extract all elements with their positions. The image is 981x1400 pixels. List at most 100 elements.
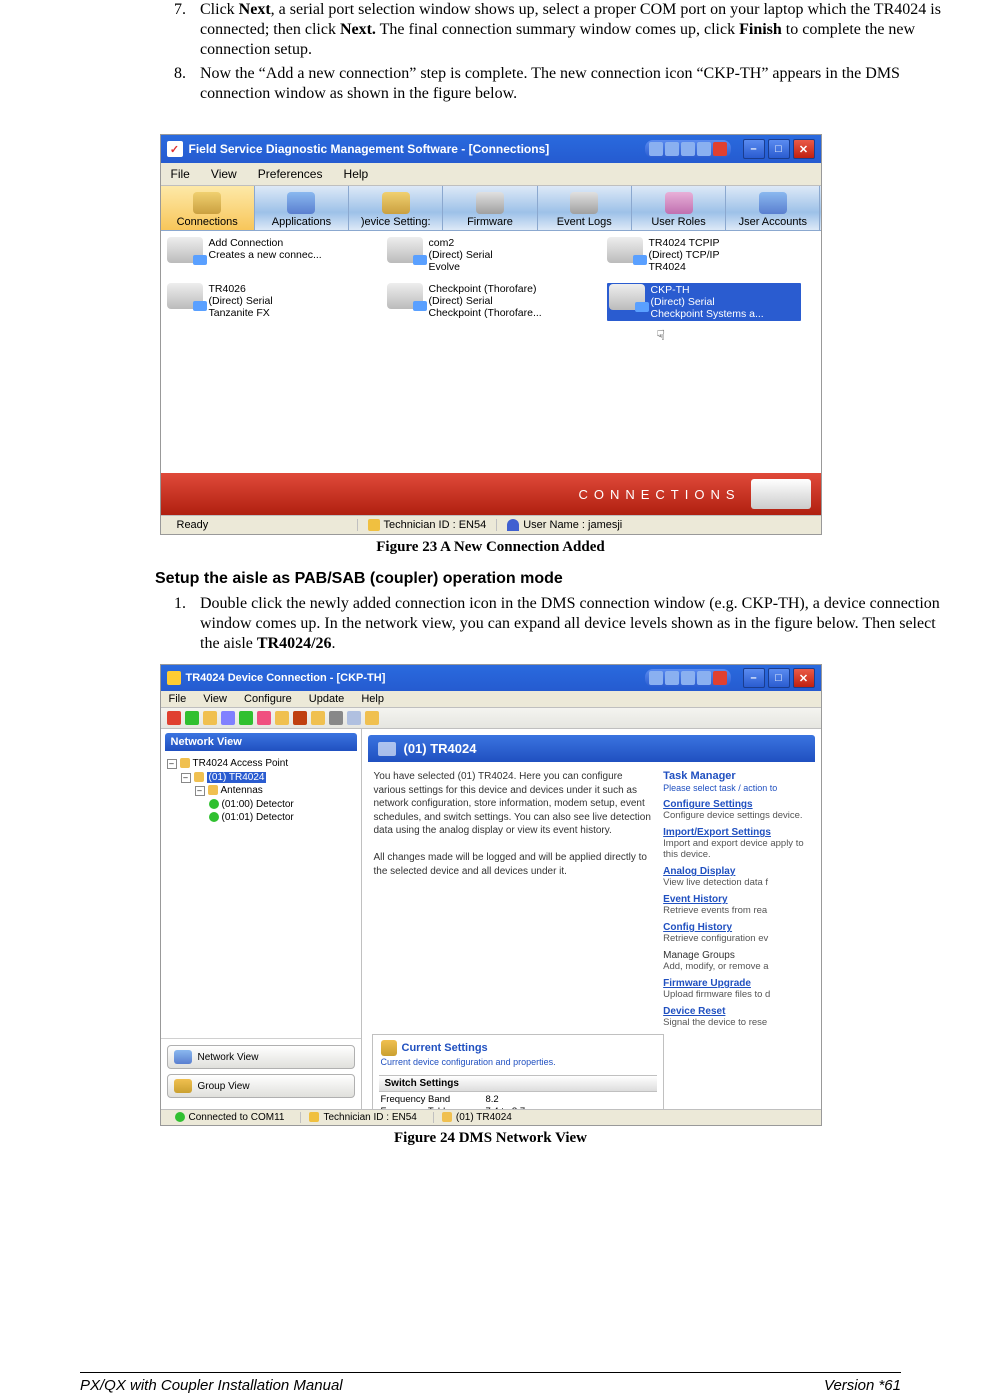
task-link[interactable]: Import/Export Settings	[663, 827, 771, 838]
connections-list-area: Add ConnectionCreates a new connec... com…	[161, 231, 821, 473]
task-link[interactable]: Analog Display	[663, 866, 735, 877]
maximize-button[interactable]: □	[768, 139, 790, 159]
status-ready: Ready	[167, 519, 357, 531]
device-header: (01) TR4024	[368, 735, 815, 762]
left-panel: Network View –TR4024 Access Point –(01) …	[161, 729, 362, 1109]
titlebar: ✓ Field Service Diagnostic Management So…	[161, 135, 821, 163]
minimize-button[interactable]: –	[743, 139, 765, 159]
app-icon	[167, 671, 181, 685]
settings-table: Frequency Band8.2Frequency Table7.4 to 8…	[373, 1094, 663, 1109]
toolbar-icon[interactable]	[311, 711, 325, 725]
footer-right: Version *61	[824, 1377, 901, 1394]
footer-banner: CONNECTIONS	[161, 473, 821, 515]
connection-item[interactable]: Add ConnectionCreates a new connec...	[167, 237, 357, 273]
device-tree[interactable]: –TR4024 Access Point –(01) TR4024 –Anten…	[161, 755, 361, 1038]
screenshot-connections-window: ✓ Field Service Diagnostic Management So…	[160, 134, 822, 535]
menu-help[interactable]: Help	[344, 167, 369, 181]
task-link[interactable]: Configure Settings	[663, 799, 752, 810]
connection-item[interactable]: Checkpoint (Thorofare)(Direct) SerialChe…	[387, 283, 577, 321]
window-title: Field Service Diagnostic Management Soft…	[189, 142, 550, 156]
banner-text: CONNECTIONS	[578, 487, 740, 502]
status-tech: Technician ID : EN54	[357, 519, 497, 531]
status-bar: Ready Technician ID : EN54 User Name : j…	[161, 515, 821, 534]
task-link[interactable]: Event History	[663, 894, 727, 905]
toolbar-icon[interactable]	[293, 711, 307, 725]
device-icon	[378, 742, 396, 756]
group-view-button[interactable]: Group View	[167, 1074, 355, 1098]
toolbar-icon[interactable]	[239, 711, 253, 725]
toolbar-jser-accounts[interactable]: Jser Accounts	[726, 186, 820, 230]
settings-icon	[381, 1040, 397, 1056]
section-heading: Setup the aisle as PAB/SAB (coupler) ope…	[155, 570, 941, 588]
status-bar: Connected to COM11 Technician ID : EN54 …	[161, 1109, 821, 1125]
menu-file[interactable]: File	[171, 167, 190, 181]
step-list-first: Click Next, a serial port selection wind…	[190, 0, 941, 104]
task-link[interactable]: Config History	[663, 922, 732, 933]
network-view-button[interactable]: Network View	[167, 1045, 355, 1069]
close-button[interactable]: ✕	[793, 139, 815, 159]
menu-update[interactable]: Update	[309, 693, 344, 705]
status-user: User Name : jamesji	[496, 519, 632, 531]
connection-item[interactable]: CKP-TH(Direct) SerialCheckpoint Systems …	[607, 283, 801, 321]
step-8: Now the “Add a new connection” step is c…	[190, 64, 941, 104]
task-label: Manage Groups	[663, 950, 735, 961]
maximize-button[interactable]: □	[768, 668, 790, 688]
connection-item[interactable]: com2(Direct) SerialEvolve	[387, 237, 577, 273]
toolbar-firmware[interactable]: Firmware	[443, 186, 537, 230]
menu-file[interactable]: File	[169, 693, 187, 705]
right-panel: (01) TR4024 You have selected (01) TR402…	[362, 729, 821, 1109]
menubar: File View Configure Update Help	[161, 691, 821, 708]
menubar: File View Preferences Help	[161, 163, 821, 186]
device-description: You have selected (01) TR4024. Here you …	[362, 762, 664, 1034]
menu-help[interactable]: Help	[361, 693, 384, 705]
menu-configure[interactable]: Configure	[244, 693, 292, 705]
toolbar-connections[interactable]: Connections	[161, 186, 255, 230]
window-title: TR4024 Device Connection - [CKP-TH]	[186, 672, 386, 684]
figure-24-caption: Figure 24 DMS Network View	[40, 1130, 941, 1147]
toolbar: ConnectionsApplications)evice Setting:Fi…	[161, 186, 821, 231]
toolbar-event-logs[interactable]: Event Logs	[538, 186, 632, 230]
connection-item[interactable]: TR4024 TCPIP(Direct) TCP/IPTR4024	[607, 237, 797, 273]
toolbar-icon[interactable]	[185, 711, 199, 725]
task-link[interactable]: Device Reset	[663, 1006, 725, 1017]
step-1: Double click the newly added connection …	[190, 594, 941, 654]
current-settings-panel: Current Settings Current device configur…	[372, 1034, 664, 1109]
toolbar-icon[interactable]	[221, 711, 235, 725]
screenshot-device-connection-window: TR4024 Device Connection - [CKP-TH] – □ …	[160, 664, 822, 1126]
footer-left: PX/QX with Coupler Installation Manual	[80, 1377, 343, 1394]
menu-view[interactable]: View	[211, 167, 237, 181]
switch-settings-header: Switch Settings	[379, 1075, 657, 1092]
close-button[interactable]: ✕	[793, 668, 815, 688]
toolbar-icon[interactable]	[167, 711, 181, 725]
toolbar--evice-setting-[interactable]: )evice Setting:	[349, 186, 443, 230]
toolbar-user-roles[interactable]: User Roles	[632, 186, 726, 230]
titlebar: TR4024 Device Connection - [CKP-TH] – □ …	[161, 665, 821, 691]
child-window-controls[interactable]	[645, 140, 731, 158]
connection-item[interactable]: TR4026(Direct) SerialTanzanite FX	[167, 283, 357, 321]
step-list-second: Double click the newly added connection …	[190, 594, 941, 654]
network-view-header: Network View	[165, 733, 357, 751]
toolbar-icon[interactable]	[257, 711, 271, 725]
task-link[interactable]: Firmware Upgrade	[663, 978, 751, 989]
task-manager-panel: Task Manager Please select task / action…	[663, 762, 820, 1034]
status-tech: Technician ID : EN54	[300, 1112, 424, 1123]
status-connection: Connected to COM11	[167, 1112, 293, 1123]
toolbar-icon[interactable]	[347, 711, 361, 725]
tree-selected-aisle[interactable]: (01) TR4024	[207, 772, 267, 783]
step-7: Click Next, a serial port selection wind…	[190, 0, 941, 60]
menu-preferences[interactable]: Preferences	[258, 167, 323, 181]
cursor-icon: ☟	[657, 327, 815, 344]
icon-toolbar	[161, 708, 821, 729]
banner-graphic	[751, 479, 811, 509]
toolbar-icon[interactable]	[365, 711, 379, 725]
app-icon: ✓	[167, 141, 183, 157]
child-window-controls[interactable]	[645, 669, 731, 687]
toolbar-applications[interactable]: Applications	[255, 186, 349, 230]
toolbar-icon[interactable]	[203, 711, 217, 725]
menu-view[interactable]: View	[203, 693, 227, 705]
toolbar-icon[interactable]	[275, 711, 289, 725]
toolbar-icon[interactable]	[329, 711, 343, 725]
minimize-button[interactable]: –	[743, 668, 765, 688]
figure-23-caption: Figure 23 A New Connection Added	[40, 539, 941, 556]
status-selection: (01) TR4024	[433, 1112, 520, 1123]
